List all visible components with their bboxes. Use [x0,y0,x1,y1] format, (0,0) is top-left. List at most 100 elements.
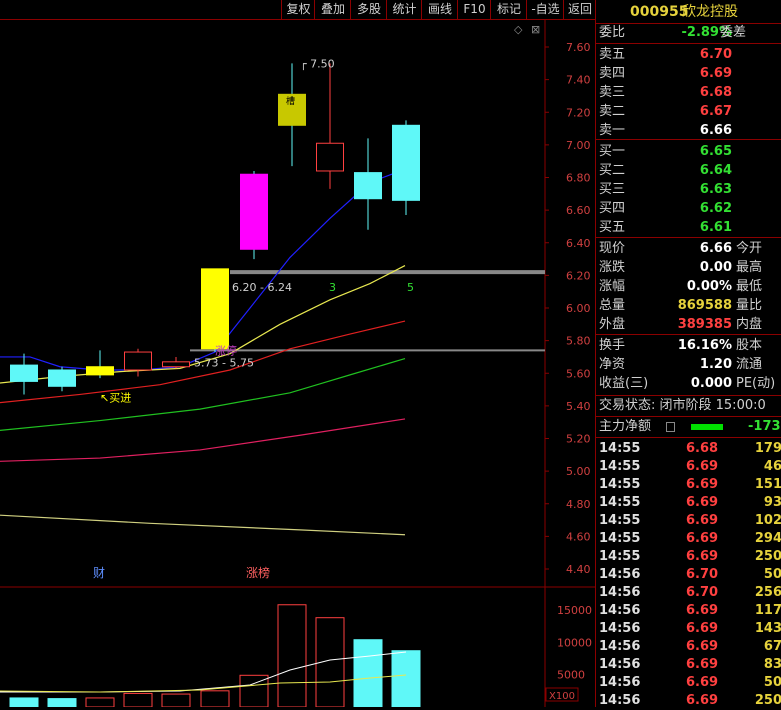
volume-bar [391,650,421,707]
menu-icon[interactable] [666,422,675,432]
quote-row-label: 总量 [599,298,626,313]
candle-body [48,369,76,387]
quote-row2-label: 净资 [599,357,626,372]
tick-row: 14:55 6.69 46 [596,458,781,476]
quote-row: 总量 869588 量比 [596,297,781,315]
stock-code: 000955 [630,4,689,20]
tick-row: 14:56 6.69 117 [596,602,781,620]
tick-volume: 179 [754,441,781,456]
toolbar-button-7[interactable]: -自选 [526,0,564,19]
volume-tick-label: 5000 [557,669,585,682]
marker-zhangbang: 涨榜 [246,565,270,580]
quote-row2-value: 1.20 [699,357,732,372]
weibi-row: 委比 -2.89% 委差 [599,25,747,40]
toolbar-button-4[interactable]: 画线 [421,0,458,19]
price-tick-label: 6.20 [566,269,591,282]
sell-row-label: 卖五 [599,47,626,62]
candle-body [354,172,382,200]
quote-row2-label2: 股本 [736,338,763,353]
tick-time: 14:56 [599,603,641,618]
gap-label-lower: 5.73 - 5.75 [194,356,254,369]
tick-time: 14:55 [599,441,641,456]
quote-row: 现价 6.66 今开 [596,240,781,258]
tick-price: 6.70 [686,585,719,600]
quote-row: 涨幅 0.00% 最低 [596,278,781,296]
tick-price: 6.69 [686,603,719,618]
tick-row: 14:56 6.69 83 [596,656,781,674]
quote-row2-value: 0.000 [690,376,732,391]
tick-volume: 250 [754,693,781,708]
toolbar-button-8[interactable]: 返回 [563,0,596,19]
toolbar-button-6[interactable]: 标记 [490,0,527,19]
tick-time: 14:56 [599,621,641,636]
limit-up-label: 涨停 [215,343,237,357]
quote-row2-label2: PE(动) [736,376,776,391]
sell-row-value: 6.70 [699,47,732,62]
tick-price: 6.69 [686,621,719,636]
price-tick-label: 6.00 [566,302,591,315]
volume-tick-label: 10000 [557,636,592,649]
marker-cai: 财 [93,566,105,580]
chart-toolbar: 复权 叠加 多股 统计 画线 F10 标记 -自选 返回 [0,0,595,20]
volume-ma5 [0,651,407,693]
quote-row2: 收益(三) 0.000 PE(动) [596,375,781,393]
price-tick-label: 7.20 [566,106,591,119]
quote-row2: 净资 1.20 流通 [596,356,781,374]
tick-row: 14:55 6.69 151 [596,476,781,494]
price-tick-label: 7.00 [566,139,591,152]
volume-ma10 [0,674,407,693]
price-tick-label: 5.80 [566,335,591,348]
tick-price: 6.69 [686,549,719,564]
tick-volume: 50 [763,675,781,690]
tick-price: 6.69 [686,531,719,546]
tick-price: 6.69 [686,657,719,672]
quote-row-label: 现价 [599,241,626,256]
toolbar-button-0[interactable]: 复权 [281,0,315,19]
sell-row-label: 卖二 [599,104,626,119]
price-tick-label: 5.60 [566,367,591,380]
toolbar-button-2[interactable]: 多股 [350,0,387,19]
buy-row-value: 6.65 [699,144,732,159]
price-tick-label: 5.00 [566,465,591,478]
tick-time: 14:55 [599,549,641,564]
buy-row-value: 6.63 [699,182,732,197]
tick-time: 14:56 [599,693,641,708]
quote-row-label2: 今开 [736,241,763,256]
volume-bar [277,604,307,707]
volume-bar [123,692,153,707]
quote-row-value: 0.00% [686,279,732,294]
tick-volume: 102 [754,513,781,528]
tick-row: 14:56 6.69 143 [596,620,781,638]
tick-volume: 294 [754,531,781,546]
quote-row-label: 涨幅 [599,279,626,294]
volume-bar [85,697,115,707]
tick-volume: 250 [754,549,781,564]
quote-row2-label: 收益(三) [599,376,649,391]
price-tick-label: 7.60 [566,41,591,54]
candle-body [316,142,344,172]
volume-bar [47,698,77,707]
tick-time: 14:55 [599,495,641,510]
tick-volume: 117 [754,603,781,618]
diamond-icon: ◇ [514,23,523,36]
buy-row: 买四 6.62 [596,200,781,218]
tick-row: 14:55 6.69 250 [596,548,781,566]
tick-row: 14:56 6.69 250 [596,692,781,710]
tick-time: 14:56 [599,639,641,654]
buy-row: 买五 6.61 [596,219,781,237]
quote-row: 外盘 389385 内盘 [596,316,781,334]
gap-count-a: 3 [329,281,336,294]
toolbar-button-5[interactable]: F10 [457,0,491,19]
quote-row: 涨跌 0.00 最高 [596,259,781,277]
price-tick-label: 4.60 [566,530,591,543]
toolbar-button-3[interactable]: 统计 [386,0,422,19]
buy-row-label: 买二 [599,163,626,178]
ma60-line [0,418,406,462]
tick-volume: 50 [763,567,781,582]
buy-row: 买二 6.64 [596,162,781,180]
buy-row-label: 买五 [599,220,626,235]
main-net-value: -1738 [748,419,781,434]
toolbar-button-1[interactable]: 叠加 [314,0,351,19]
candle-body [201,268,229,350]
quote-panel: 000955 欣龙控股 委比 -2.89% 委差 交易状态: 闭市阶段 15:0… [595,0,781,710]
